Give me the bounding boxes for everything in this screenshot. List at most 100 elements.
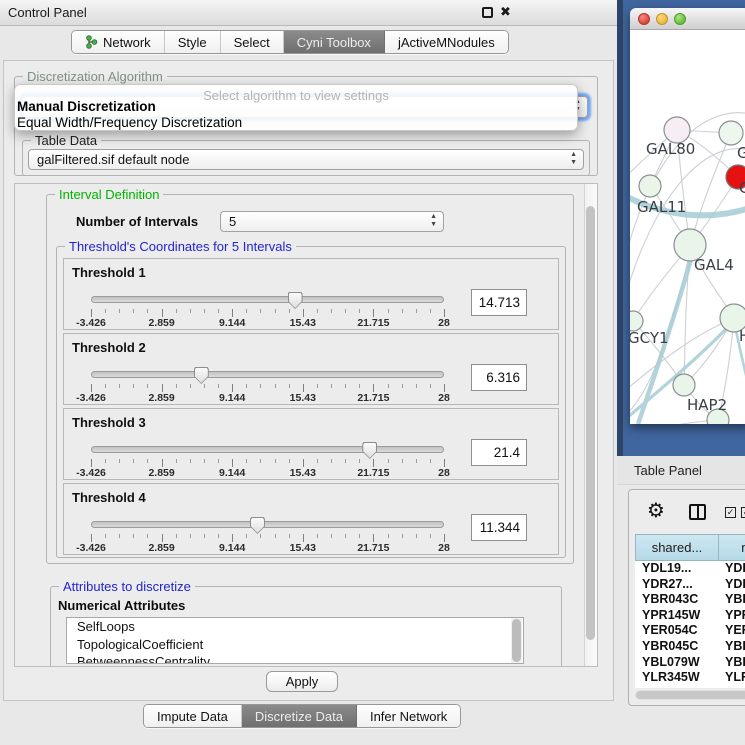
cell-name[interactable]: YBL0	[719, 655, 745, 671]
num-intervals-combo[interactable]: 5 ▲▼	[220, 211, 444, 232]
tab-jactivemnodules[interactable]: jActiveMNodules	[385, 31, 508, 53]
label-gal80: GAL80	[646, 140, 695, 158]
attribute-list-item[interactable]: BetweennessCentrality	[67, 653, 523, 664]
cell-name[interactable]: YBR0	[719, 639, 745, 655]
cell-name[interactable]: YER0	[719, 623, 745, 639]
attribute-list-item[interactable]: SelfLoops	[67, 618, 523, 636]
gear-icon[interactable]: ⚙	[647, 501, 665, 521]
attributes-scrollbar-thumb[interactable]	[512, 619, 521, 662]
tick-mark	[430, 309, 431, 313]
cell-name[interactable]: YBR0	[719, 592, 745, 608]
table-row[interactable]: YDL19...YDL1	[635, 561, 745, 577]
threshold-slider[interactable]	[91, 446, 444, 453]
table-horizontal-scrollbar[interactable]	[635, 690, 745, 700]
checkbox-icon[interactable]: ✓	[725, 507, 736, 518]
cell-shared-name[interactable]: YIL052C	[635, 686, 719, 688]
cell-shared-name[interactable]: YDL19...	[635, 561, 719, 577]
tab-discretize-data[interactable]: Discretize Data	[242, 705, 357, 727]
slider-thumb[interactable]	[250, 517, 265, 534]
threshold-value-box[interactable]: 21.4	[471, 439, 527, 466]
tick-mark	[359, 534, 360, 538]
cell-shared-name[interactable]: YLR345W	[635, 670, 719, 686]
node-left[interactable]	[639, 175, 661, 197]
tick-mark	[105, 459, 106, 463]
slider-thumb[interactable]	[362, 442, 377, 459]
network-window-titlebar[interactable]	[630, 8, 745, 30]
tick-label: 2.859	[148, 467, 174, 479]
minimize-traffic-light-icon[interactable]	[656, 13, 668, 25]
cell-shared-name[interactable]: YER054C	[635, 623, 719, 639]
cell-shared-name[interactable]: YBR043C	[635, 592, 719, 608]
table-hscroll-thumb[interactable]	[636, 691, 745, 699]
table-row[interactable]: YDR27...YDR2	[635, 577, 745, 593]
cell-shared-name[interactable]: YPR145W	[635, 608, 719, 624]
tick-mark	[303, 534, 304, 542]
threshold-label: Threshold 3	[72, 415, 146, 430]
table-row[interactable]: YPR145WYPR1	[635, 608, 745, 624]
tick-mark	[416, 384, 417, 388]
slider-thumb[interactable]	[288, 292, 303, 309]
tab-select[interactable]: Select	[221, 31, 284, 53]
column-header-shared-name[interactable]: shared...	[635, 534, 719, 561]
network-view-window[interactable]: GAL80 GA GAL11 C GAL4 GCY1 H HAP2	[630, 8, 745, 424]
tab-cyni-toolbox[interactable]: Cyni Toolbox	[284, 31, 385, 53]
threshold-value-box[interactable]: 6.316	[471, 364, 527, 391]
table-row[interactable]: YBR045CYBR0	[635, 639, 745, 655]
slider-thumb[interactable]	[194, 367, 209, 384]
node-top-right[interactable]	[719, 121, 743, 145]
tab-style[interactable]: Style	[165, 31, 221, 53]
checkbox-icon[interactable]: ✓	[741, 507, 745, 518]
dropdown-option-equal-width[interactable]: Equal Width/Frequency Discretization	[17, 115, 242, 130]
slider-ticks	[91, 384, 444, 392]
table-row[interactable]: YIL052CYIL0	[635, 686, 745, 688]
float-window-icon[interactable]	[482, 7, 493, 18]
tab-infer-network[interactable]: Infer Network	[357, 705, 460, 727]
table-row[interactable]: YLR345WYLR3	[635, 670, 745, 686]
table-data-combo[interactable]: galFiltered.sif default node ▲▼	[28, 149, 584, 170]
cell-name[interactable]: YDL1	[719, 561, 745, 577]
cell-name[interactable]: YIL0	[719, 686, 745, 688]
threshold-value-box[interactable]: 11.344	[471, 514, 527, 541]
threshold-slider[interactable]	[91, 371, 444, 378]
tick-mark	[430, 384, 431, 388]
tick-mark	[275, 534, 276, 538]
tick-mark	[260, 459, 261, 463]
apply-button[interactable]: Apply	[266, 671, 338, 692]
cell-name[interactable]: YPR1	[719, 608, 745, 624]
dropdown-option-manual[interactable]: Manual Discretization	[17, 99, 156, 114]
cell-shared-name[interactable]: YBL079W	[635, 655, 719, 671]
tick-label: 28	[438, 467, 450, 479]
tab-network[interactable]: Network	[72, 31, 165, 53]
table-rows[interactable]: YDL19...YDL1YDR27...YDR2YBR043CYBR0YPR14…	[635, 561, 745, 688]
threshold-value-box[interactable]: 14.713	[471, 289, 527, 316]
close-icon[interactable]: ✖	[500, 4, 511, 20]
tick-mark	[275, 384, 276, 388]
zoom-traffic-light-icon[interactable]	[674, 13, 686, 25]
threshold-slider[interactable]	[91, 521, 444, 528]
node-hap2[interactable]	[673, 374, 695, 396]
tick-mark	[345, 309, 346, 313]
close-traffic-light-icon[interactable]	[638, 13, 650, 25]
pane-splitter[interactable]	[617, 0, 623, 456]
cell-shared-name[interactable]: YBR045C	[635, 639, 719, 655]
table-row[interactable]: YBL079WYBL0	[635, 655, 745, 671]
node-gcy1[interactable]	[630, 311, 643, 331]
threshold-slider[interactable]	[91, 296, 444, 303]
label-h-cut: H	[739, 327, 745, 345]
table-row[interactable]: YER054CYER0	[635, 623, 745, 639]
tick-label: 21.715	[357, 542, 389, 554]
tab-impute-data[interactable]: Impute Data	[144, 705, 242, 727]
tick-mark	[345, 534, 346, 538]
network-canvas[interactable]: GAL80 GA GAL11 C GAL4 GCY1 H HAP2	[630, 30, 745, 424]
cell-name[interactable]: YDR2	[719, 577, 745, 593]
vertical-scrollbar-thumb[interactable]	[586, 206, 595, 640]
label-gal4: GAL4	[694, 256, 734, 274]
tick-mark	[119, 309, 120, 313]
attribute-list-item[interactable]: TopologicalCoefficient	[67, 636, 523, 654]
split-columns-icon[interactable]	[689, 504, 706, 520]
cell-shared-name[interactable]: YDR27...	[635, 577, 719, 593]
cell-name[interactable]: YLR3	[719, 670, 745, 686]
column-header-name[interactable]: na	[719, 534, 745, 561]
numerical-attributes-list[interactable]: SelfLoopsTopologicalCoefficientBetweenne…	[66, 617, 524, 664]
table-row[interactable]: YBR043CYBR0	[635, 592, 745, 608]
